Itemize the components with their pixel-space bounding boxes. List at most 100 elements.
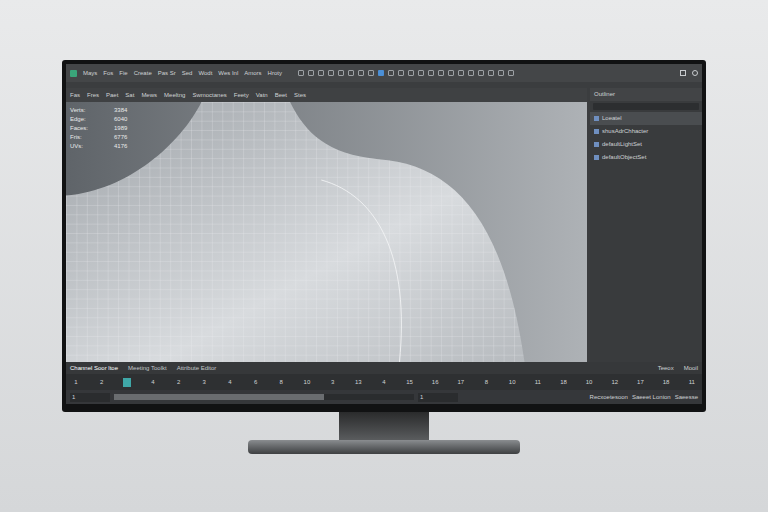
timeline-tick[interactable]: 12 [611, 378, 619, 387]
outliner-item[interactable]: defaultLightSet [590, 138, 702, 151]
tool-icon[interactable] [418, 70, 424, 76]
viewport-menu-item[interactable]: Sat [125, 91, 134, 100]
menu-item[interactable]: Wes Inl [218, 69, 238, 78]
viewport[interactable]: Verts:3384Edge:6040Faces:1989Fris:6776UV… [66, 102, 587, 362]
viewport-menu-item[interactable]: Beet [275, 91, 287, 100]
timeline-tick[interactable]: 16 [431, 378, 439, 387]
window-icon[interactable] [680, 70, 686, 76]
node-icon [594, 129, 599, 134]
outliner: OutlinerLoeatelshusAdrChhacterdefaultLig… [590, 88, 702, 362]
tool-icon[interactable] [348, 70, 354, 76]
timeline-tick[interactable]: 10 [585, 378, 593, 387]
bottom-tab[interactable]: Meeting Toolkt [128, 364, 167, 373]
close-icon[interactable] [692, 70, 698, 76]
menu-item[interactable]: Fie [119, 69, 127, 78]
menu-item[interactable]: Fos [103, 69, 113, 78]
tool-icon[interactable] [298, 70, 304, 76]
timeline-tick[interactable]: 1 [72, 378, 80, 387]
tool-icon[interactable] [458, 70, 464, 76]
tool-icon[interactable] [338, 70, 344, 76]
bottom-option[interactable]: Mooil [684, 364, 698, 373]
range-slider[interactable] [114, 394, 414, 400]
range-start[interactable]: 1 [70, 393, 110, 402]
menu-item[interactable]: Hroty [268, 69, 282, 78]
timeline-tick[interactable]: 10 [303, 378, 311, 387]
tool-icon[interactable] [308, 70, 314, 76]
timeline-tick[interactable]: 2 [175, 378, 183, 387]
timeline-tick[interactable]: 6 [252, 378, 260, 387]
hud-value: 1989 [114, 124, 127, 133]
menu-item[interactable]: Mays [83, 69, 97, 78]
timeline-tick[interactable]: 8 [277, 378, 285, 387]
tool-icon[interactable] [368, 70, 374, 76]
tool-icon[interactable] [318, 70, 324, 76]
menu-item[interactable]: Amors [244, 69, 261, 78]
timeline-tick[interactable]: 17 [457, 378, 465, 387]
tool-icon[interactable] [398, 70, 404, 76]
timeline-tick[interactable]: 11 [688, 378, 696, 387]
timeline-tick[interactable]: 15 [406, 378, 414, 387]
tool-icon[interactable] [328, 70, 334, 76]
tool-icon[interactable] [508, 70, 514, 76]
timeline-tick[interactable]: 4 [149, 378, 157, 387]
range-option[interactable]: Saeeet Lonion [632, 393, 671, 402]
tool-icon[interactable] [428, 70, 434, 76]
timeline-tick[interactable]: 10 [508, 378, 516, 387]
timeline-tick[interactable]: 3 [200, 378, 208, 387]
viewport-menu-item[interactable]: Swmoctanes [192, 91, 226, 100]
viewport-menu-item[interactable]: Paet [106, 91, 118, 100]
menu-item[interactable]: Pas Sr [158, 69, 176, 78]
outliner-search[interactable] [593, 103, 699, 110]
tool-icon[interactable] [498, 70, 504, 76]
timeline-tick[interactable]: 4 [380, 378, 388, 387]
tool-icon[interactable] [478, 70, 484, 76]
timeline-tick[interactable]: 8 [483, 378, 491, 387]
toolbar [298, 70, 514, 76]
outliner-item[interactable]: defaultObjectSet [590, 151, 702, 164]
viewport-menu-item[interactable]: Fres [87, 91, 99, 100]
viewport-menu-item[interactable]: Mews [141, 91, 157, 100]
hud-label: Fris: [70, 133, 88, 142]
bottom-option[interactable]: Teeox [658, 364, 674, 373]
timeline-tick[interactable]: 18 [559, 378, 567, 387]
timeline[interactable]: 1242346810313415161781011181012171811 [66, 374, 702, 390]
timeline-tick[interactable]: 3 [329, 378, 337, 387]
node-icon [594, 142, 599, 147]
viewport-menu-item[interactable]: Stes [294, 91, 306, 100]
timeline-tick[interactable]: 17 [636, 378, 644, 387]
tool-icon[interactable] [388, 70, 394, 76]
menu-item[interactable]: Create [134, 69, 152, 78]
menu-item[interactable]: Sed [182, 69, 193, 78]
tool-icon[interactable] [488, 70, 494, 76]
tool-icon[interactable] [448, 70, 454, 76]
outliner-item[interactable]: shusAdrChhacter [590, 125, 702, 138]
range-option[interactable]: Saeesse [675, 393, 698, 402]
timeline-tick[interactable]: 11 [534, 378, 542, 387]
viewport-panel: Fas Fres Paet Sat Mews Meeltng Swmoctanes Feety… [66, 88, 587, 362]
timeline-tick[interactable] [123, 378, 131, 387]
tool-icon[interactable] [358, 70, 364, 76]
tool-icon[interactable] [468, 70, 474, 76]
timeline-tick[interactable]: 4 [226, 378, 234, 387]
app-logo-icon [70, 70, 77, 77]
viewport-menu-item[interactable]: Meeltng [164, 91, 185, 100]
viewport-menu-item[interactable]: Vatn [256, 91, 268, 100]
range-option[interactable]: Recxoetesoon [590, 393, 628, 402]
outliner-item[interactable]: Loeatel [590, 112, 702, 125]
bottom-tab[interactable]: Channel Soor ltoe [70, 364, 118, 373]
timeline-tick[interactable]: 18 [662, 378, 670, 387]
node-icon [594, 155, 599, 160]
bottom-tab[interactable]: Attribute Editor [177, 364, 217, 373]
timeline-tick[interactable]: 13 [354, 378, 362, 387]
tool-icon[interactable] [438, 70, 444, 76]
range-end[interactable]: 1 [418, 393, 458, 402]
viewport-menu-item[interactable]: Fas [70, 91, 80, 100]
menu-item[interactable]: Wodt [198, 69, 212, 78]
tool-icon[interactable] [378, 70, 384, 76]
hud-label: Faces: [70, 124, 88, 133]
hud-label: Verts: [70, 106, 88, 115]
tool-icon[interactable] [408, 70, 414, 76]
viewport-menu-item[interactable]: Feety [234, 91, 249, 100]
timeline-tick[interactable]: 2 [98, 378, 106, 387]
monitor: Mays Fos Fie Create Pas Sr Sed Wodt Wes Inl Amor… [62, 60, 706, 412]
